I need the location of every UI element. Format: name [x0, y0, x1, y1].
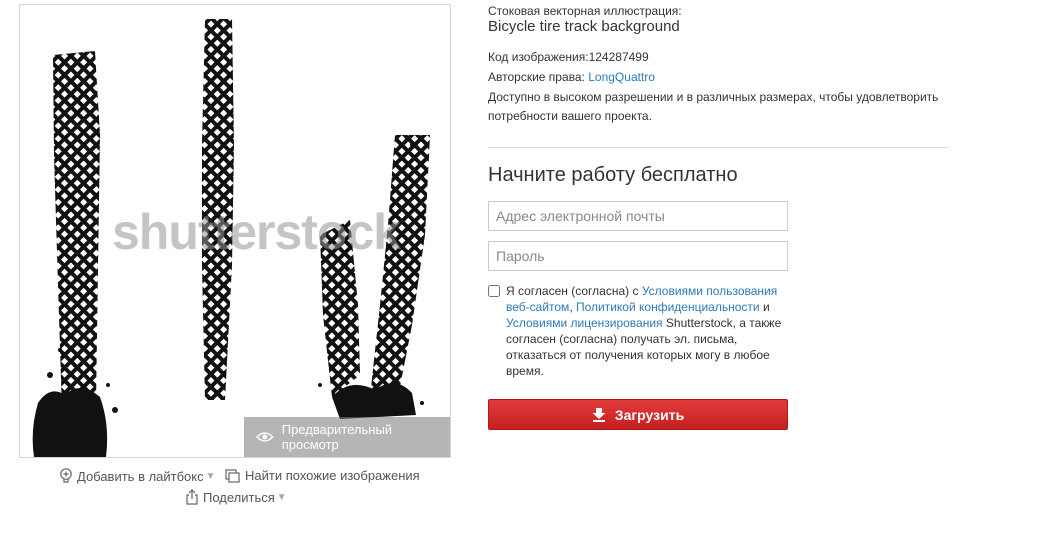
tire-track-left [32, 51, 118, 457]
image-type-label: Стоковая векторная иллюстрация: [488, 4, 682, 18]
image-title: Bicycle tire track background [488, 18, 680, 35]
divider [488, 147, 948, 148]
image-code-row: Код изображения:124287499 [488, 50, 649, 64]
preview-button[interactable]: Предварительный просмотр [244, 417, 450, 457]
password-field[interactable] [488, 241, 788, 271]
add-to-lightbox-button[interactable]: Добавить в лайтбокс ▼ [59, 468, 216, 484]
terms-checkbox[interactable] [488, 285, 500, 297]
preview-button-label: Предварительный просмотр [281, 422, 393, 452]
share-button[interactable]: Поделиться ▼ [185, 489, 287, 505]
copyright-row: Авторские права: LongQuattro [488, 70, 655, 84]
image-description: Доступно в высоком разрешении и в различ… [488, 90, 939, 123]
image-preview[interactable]: shutterstock Предварительный просмотр [19, 4, 451, 458]
download-label: Загрузить [614, 406, 685, 423]
add-to-lightbox-label: Добавить в лайтбокс [77, 468, 204, 484]
image-code: 124287499 [588, 50, 649, 64]
download-button[interactable]: Загрузить [488, 399, 788, 430]
watermark: shutterstock [112, 204, 401, 260]
share-label: Поделиться [203, 489, 275, 505]
share-icon [186, 489, 198, 505]
image-actions: Добавить в лайтбокс ▼ Найти похожие изоб… [19, 468, 449, 505]
find-similar-button[interactable]: Найти похожие изображения [225, 468, 420, 483]
copyright-label: Авторские права: [488, 70, 585, 84]
terms-text: Я согласен (согласна) с Условиями пользо… [506, 284, 782, 378]
similar-images-icon [225, 468, 240, 483]
signup-title: Начните работу бесплатно [488, 164, 738, 186]
license-terms-link[interactable]: Условиями лицензирования [506, 316, 663, 330]
chevron-down-icon: ▼ [276, 491, 287, 503]
download-icon [592, 407, 606, 422]
chevron-down-icon: ▼ [205, 470, 216, 482]
terms-and: и [762, 300, 770, 314]
find-similar-label: Найти похожие изображения [245, 468, 420, 483]
privacy-policy-link[interactable]: Политикой конфиденциальности [576, 300, 760, 314]
email-field[interactable] [488, 201, 788, 231]
author-link[interactable]: LongQuattro [588, 70, 655, 84]
image-code-label: Код изображения: [488, 50, 589, 64]
lightbox-add-icon [60, 468, 72, 483]
eye-icon [256, 432, 274, 442]
terms-prefix: Я согласен (согласна) с [506, 284, 639, 298]
